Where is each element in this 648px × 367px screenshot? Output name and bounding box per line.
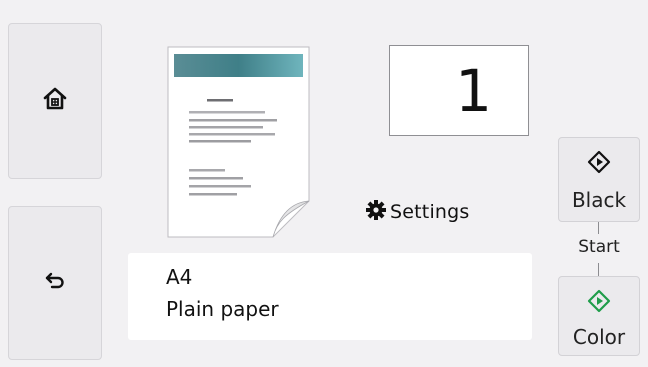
start-diamond-icon <box>587 150 611 178</box>
copies-value: 1 <box>455 57 492 125</box>
settings-button[interactable]: Settings <box>365 197 470 227</box>
document-preview <box>167 46 310 238</box>
color-start-label: Color <box>572 325 626 349</box>
black-start-button[interactable]: Black <box>558 137 640 222</box>
paper-settings-button[interactable]: A4 Plain paper <box>128 253 532 340</box>
back-arrow-icon <box>44 271 66 295</box>
paper-size: A4 <box>166 265 193 289</box>
connector-line <box>598 222 599 234</box>
start-caption: Start <box>578 237 620 257</box>
copies-field[interactable]: 1 <box>389 45 529 136</box>
black-start-label: Black <box>571 188 627 212</box>
color-start-button[interactable]: Color <box>558 276 640 356</box>
settings-label: Settings <box>390 201 470 223</box>
home-icon <box>42 86 68 116</box>
paper-type: Plain paper <box>166 297 279 321</box>
back-button[interactable] <box>8 206 102 360</box>
start-diamond-icon <box>587 289 611 317</box>
home-button[interactable] <box>8 23 102 179</box>
start-caption-group: Start <box>558 222 640 276</box>
gear-icon <box>365 199 387 225</box>
connector-line <box>598 263 599 276</box>
